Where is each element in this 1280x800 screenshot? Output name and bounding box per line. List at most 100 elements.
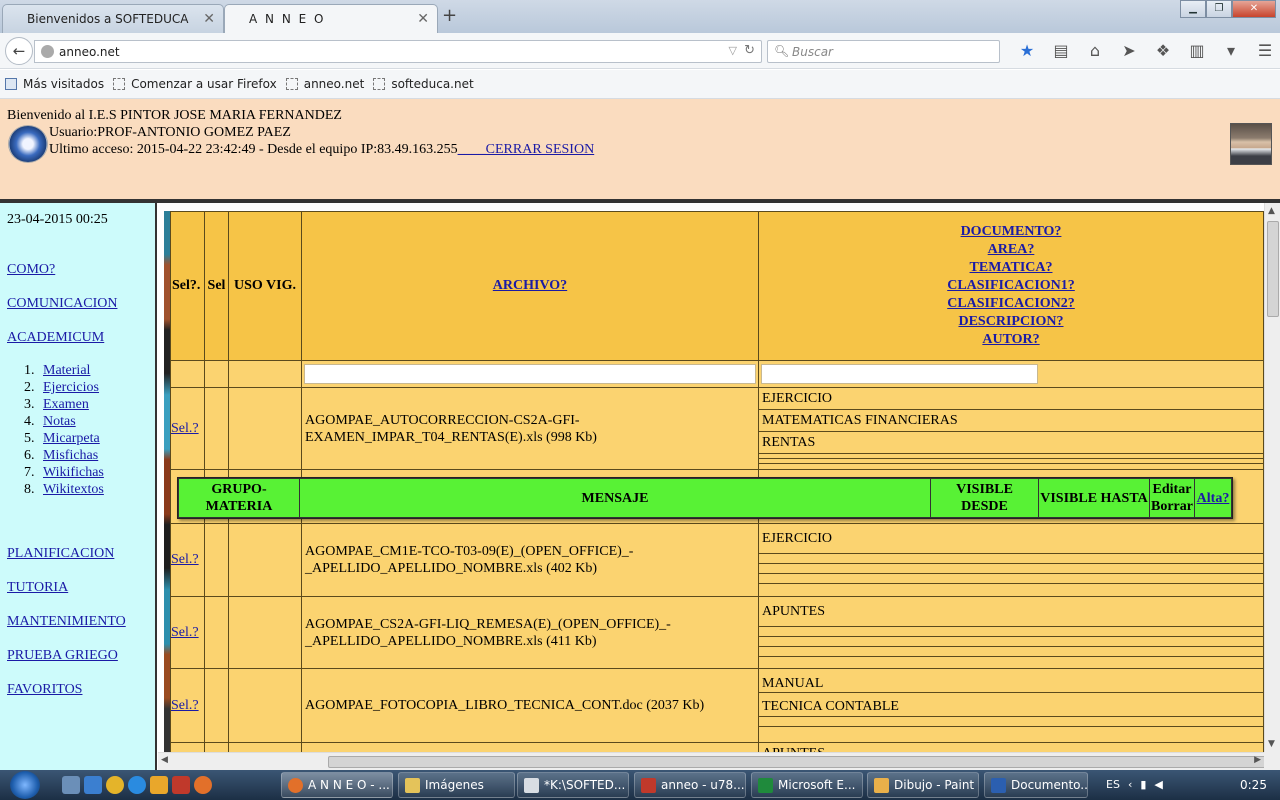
select-link[interactable]: Sel.?	[171, 625, 199, 640]
close-window-button[interactable]: ✕	[1232, 0, 1276, 18]
alta-link[interactable]: Alta?	[1197, 491, 1230, 506]
bookmark-label: Comenzar a usar Firefox	[131, 77, 277, 91]
sidebar-item-academicum[interactable]: ACADEMICUM	[7, 330, 104, 346]
sidebar-item-wikitextos[interactable]: Wikitextos	[43, 482, 104, 497]
taskbar-item-softed[interactable]: *K:\SOFTED...	[517, 772, 629, 798]
chrome-icon[interactable]	[106, 776, 124, 794]
bookmark-softeduca[interactable]: softeduca.net	[373, 77, 474, 91]
clock[interactable]: 0:25	[1240, 778, 1267, 792]
sidebar-item-tutoria[interactable]: TUTORIA	[7, 580, 68, 596]
tab-anneo[interactable]: A N N E O ✕	[224, 4, 438, 33]
taskbar-item-excel[interactable]: Microsoft E...	[751, 772, 863, 798]
bookmarks-bar: Más visitados Comenzar a usar Firefox an…	[0, 70, 1280, 99]
chevron-down-icon[interactable]: ▾	[1214, 41, 1248, 60]
select-link[interactable]: Sel.?	[171, 552, 199, 567]
scroll-thumb[interactable]	[1267, 221, 1279, 317]
horizontal-scrollbar[interactable]: ◀ ▶	[158, 752, 1280, 770]
clasificacion2-sort-link[interactable]: CLASIFICACION2?	[947, 296, 1075, 311]
taskbar-item-filezilla[interactable]: anneo - u78...	[634, 772, 746, 798]
bookmark-star-icon[interactable]: ★	[1010, 41, 1044, 60]
descripcion-sort-link[interactable]: DESCRIPCION?	[958, 314, 1063, 329]
area-sort-link[interactable]: AREA?	[988, 242, 1035, 257]
media-icon[interactable]	[150, 776, 168, 794]
sidebar-item-prueba-griego[interactable]: PRUEBA GRIEGO	[7, 648, 118, 664]
start-button[interactable]	[10, 771, 40, 799]
sidebar-item-notas[interactable]: Notas	[43, 414, 76, 429]
scroll-left-icon[interactable]: ◀	[161, 755, 168, 765]
sidebar-item-comunicacion[interactable]: COMUNICACION	[7, 296, 117, 312]
reload-icon[interactable]: ↻	[744, 43, 755, 58]
computer-icon[interactable]	[84, 776, 102, 794]
new-tab-icon[interactable]: +	[442, 5, 457, 26]
close-tab-icon[interactable]: ✕	[417, 11, 429, 27]
sidebar-item-favoritos[interactable]: FAVORITOS	[7, 682, 82, 698]
reading-list-icon[interactable]: ▤	[1044, 41, 1078, 60]
home-icon[interactable]: ⌂	[1078, 41, 1112, 60]
tool-icon[interactable]	[172, 776, 190, 794]
meta-cell: MANUAL TECNICA CONTABLE	[758, 668, 1264, 743]
sidebar-item-micarpeta[interactable]: Micarpeta	[43, 431, 100, 446]
dropdown-icon[interactable]: ▽	[729, 44, 737, 57]
bookmark-label: anneo.net	[303, 77, 365, 91]
bookmark-mas-visitados[interactable]: Más visitados	[5, 77, 104, 91]
search-placeholder: Buscar	[792, 45, 833, 59]
sidebar-item-mantenimiento[interactable]: MANTENIMIENTO	[7, 614, 126, 630]
meta-empty	[759, 459, 1263, 464]
tab-softeduca[interactable]: Bienvenidos a SOFTEDUCA ✕	[2, 4, 224, 33]
taskbar-item-anneo[interactable]: A N N E O - ...	[281, 772, 393, 798]
bookmark-firefox[interactable]: Comenzar a usar Firefox	[113, 77, 277, 91]
task-label: Microsoft E...	[778, 778, 856, 792]
close-tab-icon[interactable]: ✕	[203, 11, 215, 27]
sidebar-item-misfichas[interactable]: Misfichas	[43, 448, 98, 463]
sidebar-item-wikifichas[interactable]: Wikifichas	[43, 465, 104, 480]
list-item: 8. Wikitextos	[24, 481, 104, 498]
language-indicator[interactable]: ES	[1106, 778, 1120, 791]
sidebar-item-ejercicios[interactable]: Ejercicios	[43, 380, 99, 395]
extension-icon[interactable]: ❖	[1146, 41, 1180, 60]
send-icon[interactable]: ➤	[1112, 41, 1146, 60]
maximize-button[interactable]: ❐	[1206, 0, 1232, 18]
tematica-sort-link[interactable]: TEMATICA?	[970, 260, 1053, 275]
meta-filter-input[interactable]	[761, 364, 1038, 384]
network-icon[interactable]: ▮	[1140, 778, 1146, 791]
archivo-filter-input[interactable]	[304, 364, 756, 384]
ie-icon[interactable]	[128, 776, 146, 794]
filter-cell	[758, 360, 1264, 388]
sidebar-item-planificacion[interactable]: PLANIFICACION	[7, 546, 114, 562]
scroll-up-icon[interactable]: ▲	[1268, 206, 1275, 216]
back-button[interactable]: ←	[5, 37, 33, 65]
quick-launch	[62, 776, 212, 794]
scroll-thumb[interactable]	[328, 756, 1280, 768]
desktop-icon[interactable]	[62, 776, 80, 794]
taskbar-item-imagenes[interactable]: Imágenes	[398, 772, 515, 798]
bookmark-anneo[interactable]: anneo.net	[285, 77, 365, 91]
message-panel: GRUPO-MATERIA MENSAJE VISIBLE DESDE VISI…	[177, 477, 1233, 519]
logout-link[interactable]: ____CERRAR SESION	[458, 142, 595, 157]
search-icon: 🔍︎	[774, 44, 790, 58]
documento-sort-link[interactable]: DOCUMENTO?	[961, 224, 1062, 239]
meta-empty	[759, 627, 1263, 637]
clasificacion1-sort-link[interactable]: CLASIFICACION1?	[947, 278, 1075, 293]
taskbar-item-paint[interactable]: Dibujo - Paint	[867, 772, 979, 798]
sidebar-item-como[interactable]: COMO?	[7, 262, 55, 278]
minimize-button[interactable]: ▁	[1180, 0, 1206, 18]
scroll-down-icon[interactable]: ▼	[1268, 739, 1275, 749]
select-link[interactable]: Sel.?	[171, 698, 199, 713]
url-text: anneo.net	[59, 45, 120, 59]
autor-sort-link[interactable]: AUTOR?	[982, 332, 1039, 347]
firefox-icon[interactable]	[194, 776, 212, 794]
clipboard-icon[interactable]: ▥	[1180, 41, 1214, 60]
scroll-right-icon[interactable]: ▶	[1254, 755, 1261, 765]
menu-icon[interactable]: ☰	[1248, 41, 1280, 60]
select-link[interactable]: Sel.?	[171, 421, 199, 436]
taskbar-item-documento[interactable]: Documento...	[984, 772, 1088, 798]
alta-cell: Alta?	[1194, 478, 1232, 518]
sidebar-item-material[interactable]: Material	[43, 363, 90, 378]
archivo-sort-link[interactable]: ARCHIVO?	[493, 278, 567, 293]
volume-icon[interactable]: ◀	[1154, 778, 1162, 791]
search-bar[interactable]: 🔍︎ Buscar	[767, 40, 1000, 63]
tray-expand-icon[interactable]: ‹	[1128, 778, 1132, 791]
sidebar-item-examen[interactable]: Examen	[43, 397, 89, 412]
vertical-scrollbar[interactable]: ▲ ▼	[1264, 203, 1280, 752]
url-bar[interactable]: anneo.net ▽ ↻	[34, 40, 762, 63]
